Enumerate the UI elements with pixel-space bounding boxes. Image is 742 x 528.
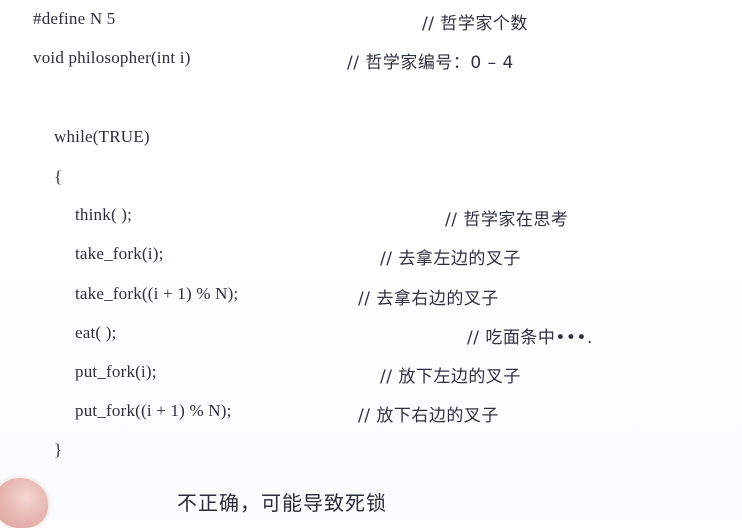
code-open-brace: {	[54, 167, 63, 186]
code-close-brace: }	[54, 440, 63, 459]
code-eat: eat( );	[75, 323, 117, 342]
comment-put-right-fork: // 放下右边的叉子	[358, 406, 499, 426]
slide: #define N 5 // 哲学家个数 void philosopher(in…	[0, 0, 742, 528]
comment-put-left-fork: // 放下左边的叉子	[380, 367, 521, 387]
code-take-fork-left: take_fork(i);	[75, 244, 164, 263]
code-philosopher-signature: void philosopher(int i)	[33, 48, 191, 67]
code-put-fork-left: put_fork(i);	[75, 362, 157, 381]
comment-philosopher-count: // 哲学家个数	[422, 14, 528, 34]
comment-take-right-fork: // 去拿右边的叉子	[358, 289, 499, 309]
deadlock-warning-note: 不正确，可能导致死锁	[177, 491, 387, 515]
code-put-fork-right: put_fork((i + 1) % N);	[75, 401, 232, 420]
code-while-true: while(TRUE)	[54, 127, 150, 146]
comment-eating: // 吃面条中•••.	[467, 328, 593, 348]
presenter-finger	[0, 478, 48, 528]
code-take-fork-right: take_fork((i + 1) % N);	[75, 284, 239, 303]
code-think: think( );	[75, 205, 133, 224]
comment-take-left-fork: // 去拿左边的叉子	[380, 249, 521, 269]
comment-thinking: // 哲学家在思考	[445, 210, 569, 230]
comment-philosopher-id: // 哲学家编号：0 – 4	[347, 53, 514, 73]
code-define-n: #define N 5	[33, 9, 116, 28]
